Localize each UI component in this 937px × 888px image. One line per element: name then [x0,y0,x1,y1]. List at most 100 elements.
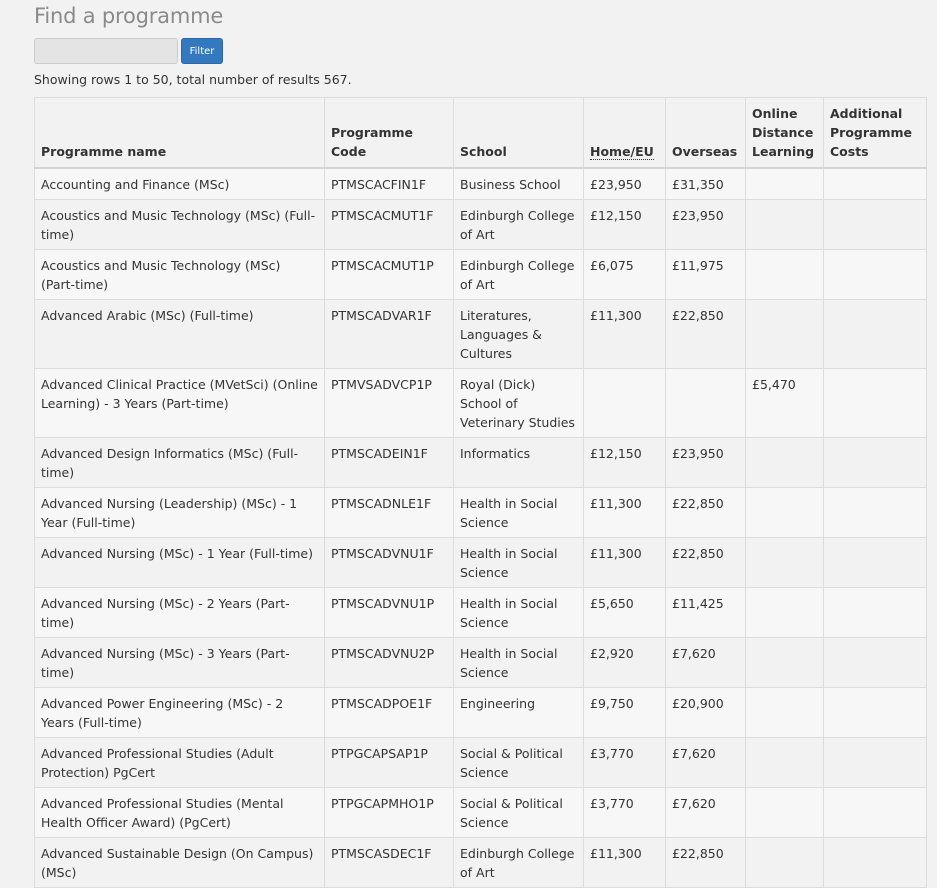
programme-name-cell: Acoustics and Music Technology (MSc) (Pa… [34,249,325,300]
programme-table-container: Programme name Programme Code School Hom… [34,97,927,888]
programme-table: Programme name Programme Code School Hom… [34,97,927,888]
home-eu-fee-cell: £3,770 [583,787,666,838]
programme-name-cell: Advanced Sustainable Design (On Campus) … [34,837,325,888]
table-row: Advanced Design Informatics (MSc) (Full-… [34,437,927,488]
additional-costs-cell [823,837,927,888]
programme-code-cell: PTMSCADVNU1P [324,587,454,638]
additional-costs-cell [823,787,927,838]
home-eu-fee-cell: £12,150 [583,199,666,250]
column-header-home-eu[interactable]: Home/EU [583,97,666,169]
additional-costs-cell [823,199,927,250]
table-header-row: Programme name Programme Code School Hom… [34,97,927,169]
programme-name-cell: Advanced Professional Studies (Mental He… [34,787,325,838]
table-body: Accounting and Finance (MSc) PTMSCACFIN1F… [34,167,927,888]
programme-name-cell: Accounting and Finance (MSc) [34,167,325,200]
overseas-fee-cell: £11,975 [665,249,746,300]
programme-code-cell: PTMSCASDEC1F [324,837,454,888]
additional-costs-cell [823,299,927,369]
column-header-programme-code[interactable]: Programme Code [324,97,454,169]
column-header-school[interactable]: School [453,97,584,169]
table-row: Advanced Nursing (MSc) - 1 Year (Full-ti… [34,537,927,588]
table-row: Advanced Professional Studies (Adult Pro… [34,737,927,788]
overseas-fee-cell: £22,850 [665,299,746,369]
overseas-fee-cell: £7,620 [665,737,746,788]
home-eu-fee-cell [583,368,666,438]
online-fee-cell: £5,470 [745,368,824,438]
home-eu-fee-cell: £2,920 [583,637,666,688]
school-cell: Royal (Dick) School of Veterinary Studie… [453,368,584,438]
home-eu-fee-cell: £11,300 [583,837,666,888]
filter-input[interactable] [34,38,178,64]
table-row: Advanced Nursing (MSc) - 3 Years (Part-t… [34,637,927,688]
school-cell: Social & Political Science [453,787,584,838]
online-fee-cell [745,437,824,488]
online-fee-cell [745,637,824,688]
programme-name-cell: Advanced Arabic (MSc) (Full-time) [34,299,325,369]
home-eu-fee-cell: £6,075 [583,249,666,300]
school-cell: Health in Social Science [453,537,584,588]
overseas-fee-cell: £11,425 [665,587,746,638]
home-eu-fee-cell: £12,150 [583,437,666,488]
table-row: Acoustics and Music Technology (MSc) (Pa… [34,249,927,300]
school-cell: Edinburgh College of Art [453,199,584,250]
programme-code-cell: PTPGCAPSAP1P [324,737,454,788]
table-row: Advanced Sustainable Design (On Campus) … [34,837,927,888]
additional-costs-cell [823,249,927,300]
home-eu-fee-cell: £9,750 [583,687,666,738]
online-fee-cell [745,687,824,738]
school-cell: Literatures, Languages & Cultures [453,299,584,369]
table-row: Accounting and Finance (MSc) PTMSCACFIN1F… [34,167,927,200]
filter-bar: Filter [34,38,223,64]
column-header-online-distance-learning[interactable]: Online Distance Learning [745,97,824,169]
school-cell: Health in Social Science [453,637,584,688]
additional-costs-cell [823,537,927,588]
programme-name-cell: Advanced Nursing (MSc) - 1 Year (Full-ti… [34,537,325,588]
programme-code-cell: PTMSCADPOE1F [324,687,454,738]
programme-code-cell: PTMSCACFIN1F [324,167,454,200]
online-fee-cell [745,487,824,538]
table-row: Advanced Professional Studies (Mental He… [34,787,927,838]
additional-costs-cell [823,167,927,200]
programme-code-cell: PTMSCACMUT1F [324,199,454,250]
programme-code-cell: PTMSCACMUT1P [324,249,454,300]
programme-name-cell: Advanced Power Engineering (MSc) - 2 Yea… [34,687,325,738]
programme-code-cell: PTMVSADVCP1P [324,368,454,438]
overseas-fee-cell: £23,950 [665,199,746,250]
programme-name-cell: Advanced Nursing (Leadership) (MSc) - 1 … [34,487,325,538]
overseas-fee-cell: £20,900 [665,687,746,738]
overseas-fee-cell: £7,620 [665,787,746,838]
online-fee-cell [745,737,824,788]
online-fee-cell [745,837,824,888]
column-header-overseas[interactable]: Overseas [665,97,746,169]
home-eu-fee-cell: £11,300 [583,487,666,538]
table-row: Acoustics and Music Technology (MSc) (Fu… [34,199,927,250]
page-title: Find a programme [34,4,224,28]
overseas-fee-cell [665,368,746,438]
programme-name-cell: Advanced Design Informatics (MSc) (Full-… [34,437,325,488]
result-summary: Showing rows 1 to 50, total number of re… [34,72,352,87]
programme-name-cell: Advanced Nursing (MSc) - 3 Years (Part-t… [34,637,325,688]
school-cell: Edinburgh College of Art [453,249,584,300]
programme-name-cell: Advanced Professional Studies (Adult Pro… [34,737,325,788]
table-row: Advanced Nursing (Leadership) (MSc) - 1 … [34,487,927,538]
programme-code-cell: PTMSCADVAR1F [324,299,454,369]
additional-costs-cell [823,487,927,538]
programme-code-cell: PTPGCAPMHO1P [324,787,454,838]
online-fee-cell [745,167,824,200]
table-row: Advanced Power Engineering (MSc) - 2 Yea… [34,687,927,738]
additional-costs-cell [823,737,927,788]
column-header-programme-name[interactable]: Programme name [34,97,325,169]
school-cell: Informatics [453,437,584,488]
programme-name-cell: Acoustics and Music Technology (MSc) (Fu… [34,199,325,250]
filter-button[interactable]: Filter [181,38,223,64]
home-eu-fee-cell: £11,300 [583,299,666,369]
school-cell: Edinburgh College of Art [453,837,584,888]
programme-name-cell: Advanced Nursing (MSc) - 2 Years (Part-t… [34,587,325,638]
online-fee-cell [745,299,824,369]
column-header-additional-costs[interactable]: Additional Programme Costs [823,97,927,169]
online-fee-cell [745,787,824,838]
overseas-fee-cell: £7,620 [665,637,746,688]
overseas-fee-cell: £31,350 [665,167,746,200]
additional-costs-cell [823,368,927,438]
overseas-fee-cell: £22,850 [665,487,746,538]
